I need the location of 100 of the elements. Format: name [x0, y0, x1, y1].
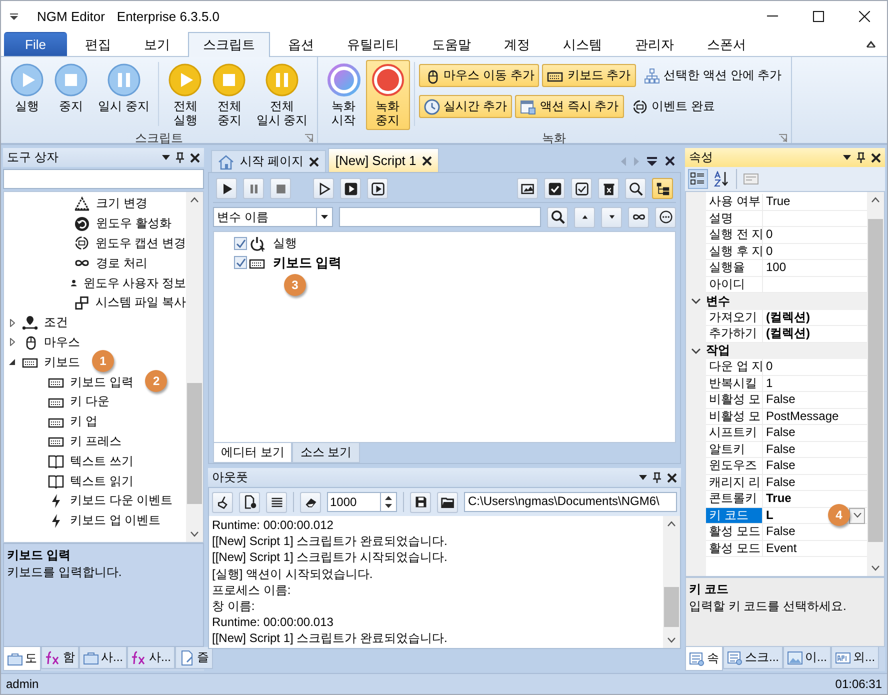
property-value[interactable]: 0 [766, 227, 773, 241]
checkbox[interactable] [234, 237, 247, 250]
close-icon[interactable] [190, 152, 200, 162]
close-icon[interactable] [858, 11, 870, 22]
property-value[interactable]: True [766, 194, 790, 208]
property-row[interactable]: 다운 업 지 0 [706, 359, 867, 376]
document-check-icon[interactable] [242, 495, 256, 509]
collapse-ribbon-icon[interactable] [865, 39, 877, 49]
ribbon-button[interactable]: 키보드 추가 [542, 64, 636, 87]
pin-icon[interactable] [857, 152, 865, 163]
property-row[interactable]: 반복시킬 1 [706, 376, 867, 392]
document-tab[interactable]: [New] Script 1 [328, 148, 440, 172]
property-value[interactable]: 0 [766, 244, 773, 258]
property-name[interactable]: 윈도우즈 [706, 458, 763, 474]
property-name[interactable]: 가져오기 [706, 310, 763, 325]
property-name[interactable]: 활성 모드 [706, 524, 763, 540]
property-name[interactable]: 설명 [706, 210, 763, 226]
tree-item[interactable]: 윈도우 캡션 변경 [95, 234, 186, 252]
tree-item[interactable]: 키보드 다운 이벤트 [70, 492, 173, 510]
property-name[interactable]: 캐리지 리 [706, 474, 763, 490]
property-value[interactable]: False [766, 392, 796, 406]
tree-item[interactable]: 크기 변경 [96, 195, 148, 212]
ribbon-button[interactable]: 실행 [5, 60, 49, 116]
collapsed-icon[interactable] [10, 338, 14, 346]
property-row[interactable]: 알트키 False [706, 442, 867, 458]
property-name[interactable]: 콘트롤키 [706, 491, 763, 506]
play-box-icon[interactable] [370, 182, 384, 196]
tab-list-icon[interactable] [647, 156, 657, 166]
property-row[interactable]: 비활성 모 PostMessage [706, 408, 867, 425]
property-value[interactable]: L [766, 508, 774, 522]
property-value[interactable]: False [766, 425, 796, 439]
scroll-up-icon[interactable] [190, 197, 199, 203]
ribbon-button[interactable]: 녹화 시작 [322, 60, 366, 130]
close-icon[interactable] [422, 156, 432, 166]
script-action[interactable]: 실행 [273, 235, 297, 252]
expanded-icon[interactable] [8, 358, 16, 366]
pin-icon[interactable] [176, 152, 184, 163]
scrollbar-thumb[interactable] [664, 587, 679, 627]
tree-item[interactable]: 텍스트 쓰기 [70, 452, 134, 470]
property-row[interactable]: 활성 모드 False [706, 524, 867, 540]
variable-dropdown[interactable]: 변수 이름 [213, 207, 333, 227]
ribbon-tab[interactable]: 시스템 [548, 32, 617, 56]
property-value[interactable]: False [766, 524, 796, 538]
property-name[interactable]: 추가하기 [706, 326, 763, 342]
property-row[interactable]: 활성 모드 Event [706, 540, 867, 557]
ribbon-button[interactable]: 이벤트 완료 [626, 95, 720, 118]
tree-item[interactable]: 경로 처리 [96, 254, 148, 272]
ribbon-button[interactable]: 전체 일시 중지 [251, 60, 313, 130]
scrollbar-thumb[interactable] [187, 382, 202, 504]
view-tab[interactable]: 에디터 보기 [213, 443, 292, 463]
view-tab[interactable]: 소스 보기 [292, 443, 360, 463]
ribbon-tab[interactable]: 옵션 [272, 32, 329, 56]
property-name[interactable]: 비활성 모 [706, 392, 763, 408]
dialog-launcher-icon[interactable] [304, 134, 313, 142]
property-name[interactable]: 시프트키 [706, 425, 763, 440]
property-name[interactable]: 비활성 모 [706, 408, 763, 424]
property-row[interactable]: 사용 여부 True [706, 194, 867, 210]
stop-icon[interactable] [274, 182, 288, 196]
property-row[interactable]: 키 코드 L 4 [706, 508, 867, 524]
sort-az-icon[interactable] [714, 171, 730, 187]
property-row[interactable]: 실행율 100 [706, 260, 867, 276]
play-box-icon[interactable] [344, 182, 358, 196]
checkbox-icon[interactable] [548, 182, 562, 196]
ribbon-button[interactable]: 전체 실행 [163, 60, 208, 130]
save-icon[interactable] [414, 495, 428, 509]
property-name[interactable]: 반복시킬 [706, 376, 763, 391]
tree-item[interactable]: 키보드 업 이벤트 [70, 512, 161, 530]
ribbon-tab[interactable]: 보기 [128, 32, 185, 56]
close-icon[interactable] [665, 156, 675, 166]
ribbon-tab[interactable]: 계정 [488, 32, 545, 56]
property-name[interactable]: 알트키 [706, 442, 763, 457]
file-menu-button[interactable]: File [4, 32, 67, 56]
dropdown-icon[interactable] [639, 475, 647, 480]
panel-tab[interactable]: 이... [783, 647, 832, 669]
ribbon-tab[interactable]: 스크립트 [188, 32, 270, 57]
property-value[interactable]: False [766, 458, 796, 472]
tree-item[interactable]: 마우스 [44, 334, 80, 351]
zoom-icon[interactable] [628, 182, 642, 196]
search-icon[interactable] [550, 210, 564, 224]
property-value[interactable]: 0 [766, 359, 773, 373]
delete-icon[interactable] [602, 182, 616, 196]
close-icon[interactable] [309, 156, 320, 166]
ribbon-button[interactable]: 선택한 액션 안에 추가 [638, 64, 787, 87]
ribbon-tab[interactable]: 관리자 [620, 32, 689, 56]
scroll-up-icon[interactable] [667, 521, 676, 527]
property-value[interactable]: (컬렉션) [766, 326, 810, 340]
ribbon-button[interactable]: 액션 즉시 추가 [515, 95, 624, 118]
panel-tab[interactable]: 도 [3, 647, 41, 671]
scroll-down-icon[interactable] [871, 565, 880, 571]
panel-tab[interactable]: 사... [127, 647, 176, 669]
scrollbar-thumb[interactable] [868, 218, 883, 542]
ribbon-tab[interactable]: 유틸리티 [332, 32, 414, 56]
collapsed-icon[interactable] [10, 318, 14, 327]
property-value[interactable]: True [766, 491, 792, 505]
ribbon-button[interactable]: 전체 중지 [207, 60, 252, 130]
property-row[interactable]: 윈도우즈 False [706, 458, 867, 474]
dropdown-icon[interactable] [162, 155, 170, 160]
tree-item[interactable]: 텍스트 읽기 [70, 472, 134, 490]
property-name[interactable]: 실행율 [706, 260, 763, 276]
folder-icon[interactable] [440, 495, 454, 509]
